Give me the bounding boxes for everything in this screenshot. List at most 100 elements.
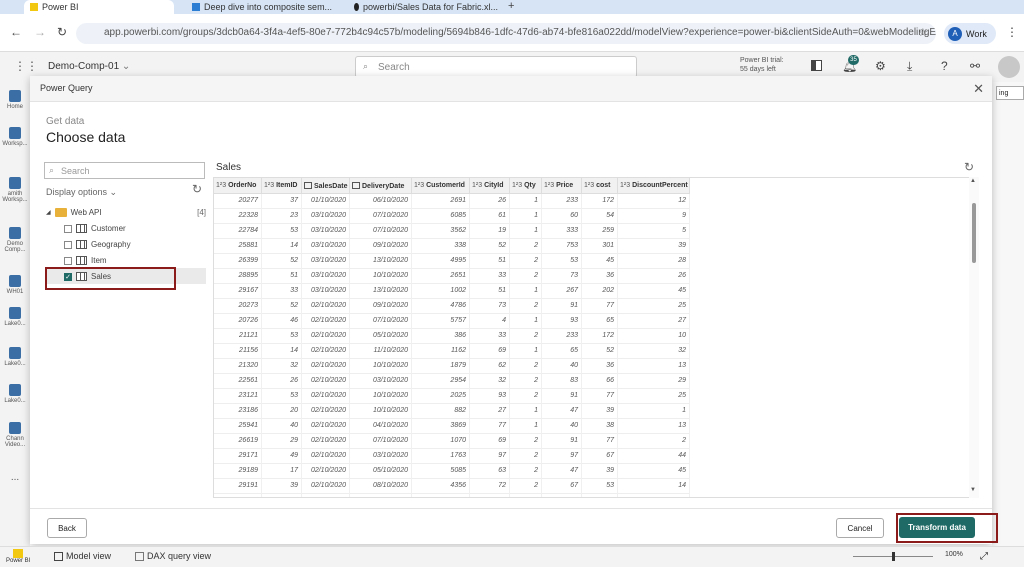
table-cell[interactable]: 02/10/2020 (302, 374, 350, 389)
rail-item-channel-video[interactable]: Chann Video... (2, 422, 28, 448)
table-cell[interactable]: 03/10/2020 (302, 239, 350, 254)
table-cell[interactable]: 83 (542, 374, 582, 389)
table-cell[interactable]: 21156 (214, 344, 262, 359)
cancel-button[interactable]: Cancel (836, 518, 884, 538)
table-cell[interactable]: 53 (582, 479, 618, 494)
table-cell[interactable]: 20 (262, 404, 302, 419)
table-cell[interactable]: 51 (470, 284, 510, 299)
table-cell[interactable]: 32 (262, 359, 302, 374)
table-cell[interactable]: 02/10/2020 (302, 299, 350, 314)
profile-button[interactable]: A Work (944, 23, 996, 44)
table-cell[interactable]: 10/10/2020 (350, 359, 412, 374)
table-cell[interactable]: 4356 (412, 479, 470, 494)
table-cell[interactable]: 882 (412, 404, 470, 419)
back-button[interactable]: Back (47, 518, 87, 538)
column-header[interactable]: DeliveryDate (350, 178, 412, 194)
table-cell[interactable]: 1 (510, 404, 542, 419)
table-row[interactable]: 29167 33 03/10/2020 13/10/2020 1002 51 1 267 202… (214, 284, 690, 299)
table-cell[interactable]: 53 (262, 389, 302, 404)
table-cell[interactable]: 97 (470, 449, 510, 464)
table-cell[interactable]: 27 (618, 314, 690, 329)
table-cell[interactable]: 22328 (214, 209, 262, 224)
table-cell[interactable]: 83 (542, 494, 582, 497)
table-cell[interactable]: 26 (470, 194, 510, 209)
table-cell[interactable]: 2954 (412, 374, 470, 389)
table-cell[interactable]: 40 (542, 359, 582, 374)
column-header[interactable]: 1²3 Qty (510, 178, 542, 194)
table-cell[interactable]: 47 (542, 464, 582, 479)
table-cell[interactable]: 26 (618, 269, 690, 284)
table-cell[interactable]: 69 (470, 344, 510, 359)
table-cell[interactable]: 53 (262, 329, 302, 344)
table-cell[interactable]: 60 (542, 209, 582, 224)
table-cell[interactable]: 1070 (412, 434, 470, 449)
table-cell[interactable]: 1879 (412, 359, 470, 374)
table-cell[interactable]: 29191 (214, 479, 262, 494)
table-cell[interactable]: 97 (542, 449, 582, 464)
table-cell[interactable]: 67 (542, 479, 582, 494)
table-cell[interactable]: 25881 (214, 239, 262, 254)
display-options-dropdown[interactable]: Display options ⌄ (46, 187, 117, 198)
table-cell[interactable]: 05/10/2020 (350, 464, 412, 479)
table-cell[interactable]: 02/10/2020 (302, 479, 350, 494)
table-cell[interactable]: 53 (542, 254, 582, 269)
tree-item-item[interactable]: Item (64, 253, 107, 268)
table-cell[interactable]: 02/10/2020 (302, 344, 350, 359)
column-header[interactable]: SalesDate (302, 178, 350, 194)
url-field[interactable]: app.powerbi.com/groups/3dcb0a64-3f4a-4ef… (76, 23, 936, 44)
table-cell[interactable]: 25941 (214, 419, 262, 434)
table-cell[interactable]: 2 (510, 449, 542, 464)
table-cell[interactable]: 2 (510, 359, 542, 374)
table-cell[interactable]: 47 (542, 404, 582, 419)
table-cell[interactable]: 19 (470, 224, 510, 239)
tree-item-geography[interactable]: Geography (64, 237, 131, 252)
table-cell[interactable]: 25 (618, 389, 690, 404)
table-cell[interactable]: 39 (582, 404, 618, 419)
table-cell[interactable]: 333 (542, 224, 582, 239)
table-cell[interactable]: 73 (542, 269, 582, 284)
table-cell[interactable]: 10/10/2020 (350, 389, 412, 404)
table-cell[interactable]: 33 (470, 269, 510, 284)
table-cell[interactable]: 26399 (214, 254, 262, 269)
global-search-input[interactable]: ⌕ Search (355, 56, 637, 78)
table-cell[interactable]: 12/10/2020 (350, 494, 412, 497)
table-cell[interactable]: 65 (542, 344, 582, 359)
table-cell[interactable]: 02/10/2020 (302, 314, 350, 329)
checkbox[interactable] (64, 224, 72, 233)
table-cell[interactable]: 6085 (412, 209, 470, 224)
table-cell[interactable]: 21121 (214, 329, 262, 344)
column-header[interactable]: 1²3 cost (582, 178, 618, 194)
table-cell[interactable]: 32 (470, 374, 510, 389)
table-cell[interactable]: 13 (618, 359, 690, 374)
table-cell[interactable]: 14 (262, 344, 302, 359)
table-cell[interactable]: 25 (618, 299, 690, 314)
table-cell[interactable]: 22784 (214, 224, 262, 239)
scroll-down-icon[interactable]: ▼ (970, 487, 976, 493)
close-icon[interactable]: ✕ (973, 81, 984, 97)
table-row[interactable]: 20273 52 02/10/2020 09/10/2020 4786 73 2 91 77 25 (214, 299, 690, 314)
table-cell[interactable]: 53 (262, 224, 302, 239)
rail-item-lake-3[interactable]: Lake0... (2, 384, 28, 404)
column-header[interactable]: 1²3 Price (542, 178, 582, 194)
table-cell[interactable]: 51 (470, 254, 510, 269)
column-header[interactable]: 1²3 CustomerId (412, 178, 470, 194)
table-cell[interactable]: 40 (542, 419, 582, 434)
table-cell[interactable]: 14 (262, 239, 302, 254)
settings-gear-icon[interactable]: ⚙ (875, 59, 886, 73)
table-cell[interactable]: 09/10/2020 (350, 299, 412, 314)
user-avatar[interactable] (998, 56, 1020, 78)
column-header[interactable]: 1²3 DiscountPercent (618, 178, 690, 194)
table-cell[interactable]: 01/10/2020 (302, 194, 350, 209)
table-cell[interactable]: 1002 (412, 284, 470, 299)
table-cell[interactable]: 2 (510, 389, 542, 404)
table-cell[interactable]: 45 (618, 494, 690, 497)
rail-more-button[interactable]: ... (2, 472, 28, 483)
table-cell[interactable]: 37 (262, 194, 302, 209)
table-cell[interactable]: 1 (510, 419, 542, 434)
table-cell[interactable]: 65 (582, 314, 618, 329)
table-cell[interactable]: 26 (262, 374, 302, 389)
rail-item-lake-2[interactable]: Lake0... (2, 347, 28, 367)
right-panel-dropdown[interactable]: ing (996, 86, 1024, 100)
table-cell[interactable]: 77 (582, 389, 618, 404)
table-cell[interactable]: 77 (582, 299, 618, 314)
